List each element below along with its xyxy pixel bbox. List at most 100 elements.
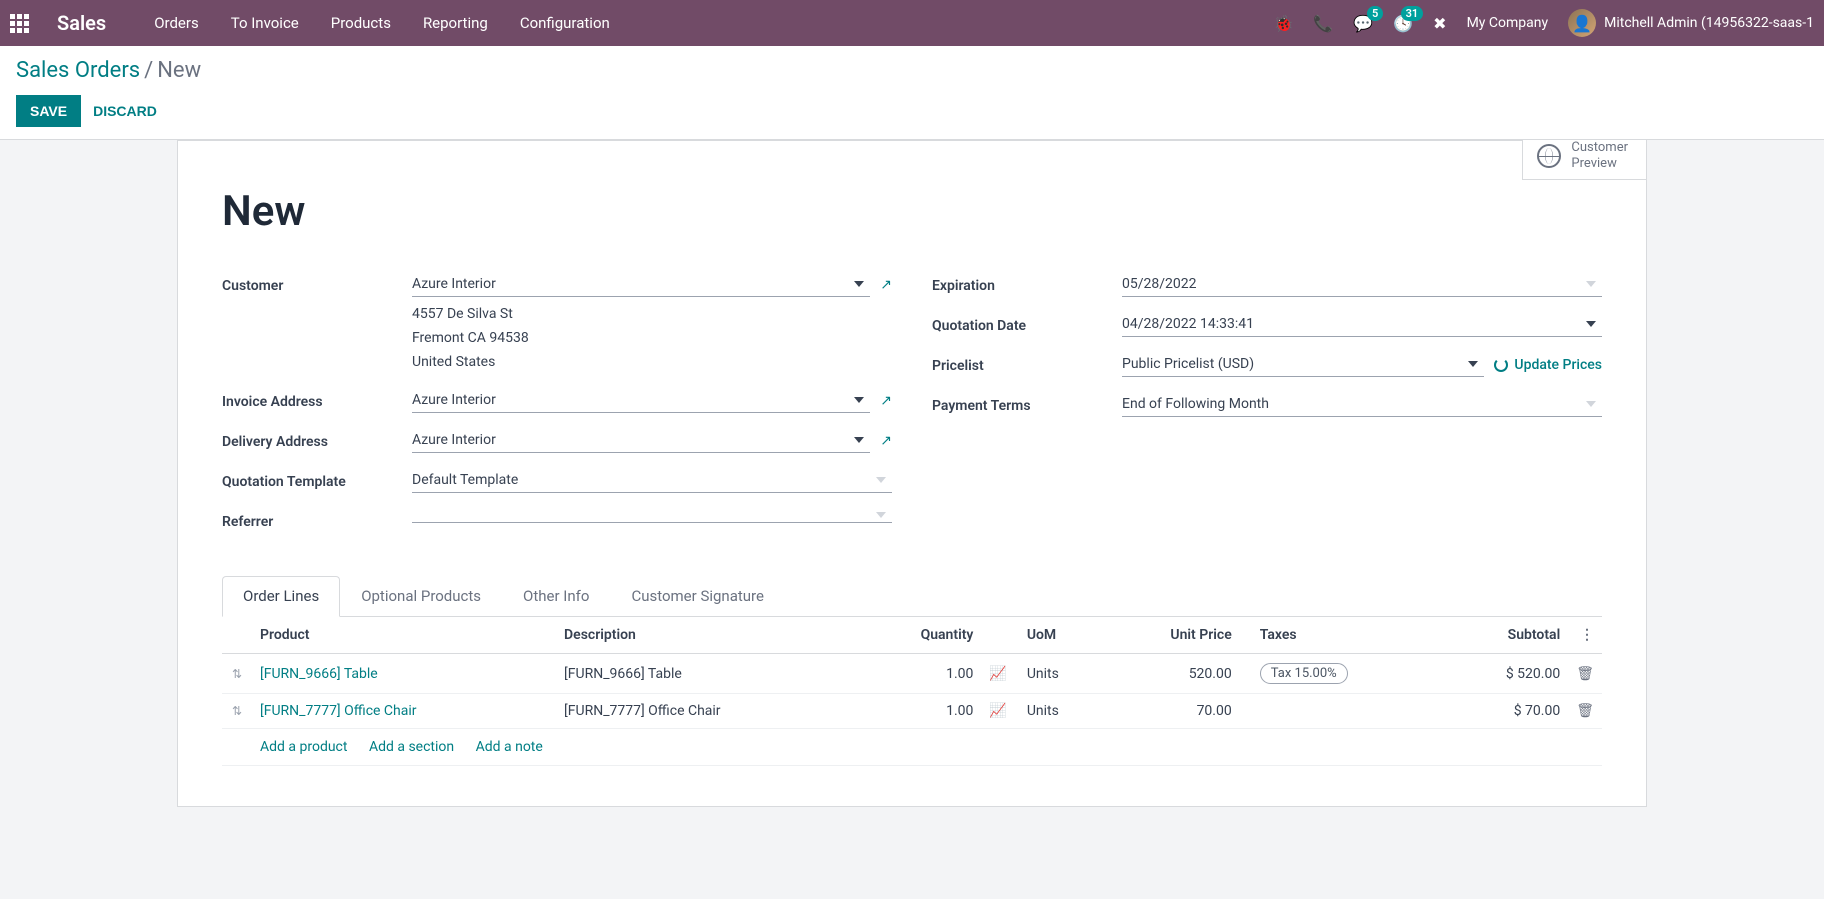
payment-terms-field[interactable]: End of Following Month	[1122, 392, 1602, 417]
tab-customer-signature[interactable]: Customer Signature	[610, 576, 785, 616]
quotation-date-field[interactable]: 04/28/2022 14:33:41	[1122, 312, 1602, 337]
chevron-down-icon[interactable]	[876, 477, 886, 483]
breadcrumb-parent[interactable]: Sales Orders	[16, 58, 140, 83]
description-cell[interactable]: [FURN_9666] Table	[556, 654, 860, 694]
chevron-down-icon[interactable]	[854, 281, 864, 287]
col-taxes: Taxes	[1240, 617, 1444, 654]
tab-optional-products[interactable]: Optional Products	[340, 576, 502, 616]
avatar-icon: 👤	[1568, 9, 1596, 37]
external-link-icon[interactable]: ↗	[880, 433, 892, 449]
customer-preview-button[interactable]: CustomerPreview	[1522, 140, 1646, 180]
activities-icon[interactable]: 🕓31	[1393, 14, 1413, 33]
chevron-down-icon[interactable]	[1586, 281, 1596, 287]
tab-other-info[interactable]: Other Info	[502, 576, 610, 616]
table-row[interactable]: ⇅ [FURN_7777] Office Chair [FURN_7777] O…	[222, 694, 1602, 729]
pricelist-field[interactable]: Public Pricelist (USD)	[1122, 352, 1484, 377]
drag-handle-icon[interactable]: ⇅	[222, 654, 252, 694]
nav-reporting[interactable]: Reporting	[423, 14, 488, 32]
nav-configuration[interactable]: Configuration	[520, 14, 610, 32]
add-section-link[interactable]: Add a section	[369, 739, 454, 755]
description-cell[interactable]: [FURN_7777] Office Chair	[556, 694, 860, 729]
apps-icon[interactable]	[10, 14, 29, 33]
tools-icon[interactable]: ✖	[1433, 14, 1446, 33]
referrer-field[interactable]	[412, 508, 892, 523]
stat-line2: Preview	[1571, 156, 1628, 172]
forecast-icon[interactable]: 📈	[989, 666, 1006, 682]
bug-icon[interactable]: 🐞	[1273, 14, 1293, 33]
nav-products[interactable]: Products	[331, 14, 391, 32]
breadcrumb: Sales Orders/New	[16, 58, 1808, 83]
chevron-down-icon[interactable]	[854, 397, 864, 403]
product-cell[interactable]: [FURN_9666] Table	[260, 666, 378, 682]
add-note-link[interactable]: Add a note	[476, 739, 543, 755]
chevron-down-icon[interactable]	[876, 512, 886, 518]
delivery-address-field[interactable]: Azure Interior	[412, 428, 870, 453]
col-quantity: Quantity	[860, 617, 981, 654]
stat-line1: Customer	[1571, 140, 1628, 156]
company-switcher[interactable]: My Company	[1467, 15, 1549, 31]
discard-button[interactable]: Discard	[93, 103, 157, 119]
page-title: New	[222, 187, 1602, 236]
invoice-address-label: Invoice Address	[222, 388, 412, 410]
uom-cell[interactable]: Units	[1019, 654, 1104, 694]
chevron-down-icon[interactable]	[1586, 321, 1596, 327]
quotation-template-field[interactable]: Default Template	[412, 468, 892, 493]
top-navbar: Sales Orders To Invoice Products Reporti…	[0, 0, 1824, 46]
chevron-down-icon[interactable]	[1586, 401, 1596, 407]
unit-price-cell[interactable]: 520.00	[1103, 654, 1239, 694]
activities-badge: 31	[1401, 6, 1424, 21]
customer-address: 4557 De Silva St Fremont CA 94538 United…	[412, 297, 892, 378]
col-product: Product	[252, 617, 556, 654]
quantity-cell[interactable]: 1.00	[860, 654, 981, 694]
invoice-address-field[interactable]: Azure Interior	[412, 388, 870, 413]
breadcrumb-current: New	[157, 58, 201, 83]
pricelist-label: Pricelist	[932, 352, 1122, 374]
messages-badge: 5	[1367, 6, 1383, 21]
external-link-icon[interactable]: ↗	[880, 277, 892, 293]
tax-cell[interactable]	[1240, 694, 1444, 729]
customer-label: Customer	[222, 272, 412, 294]
control-panel: Sales Orders/New Save Discard	[0, 46, 1824, 140]
product-cell[interactable]: [FURN_7777] Office Chair	[260, 703, 417, 719]
trash-icon[interactable]: 🗑	[1576, 703, 1594, 719]
trash-icon[interactable]: 🗑	[1576, 666, 1594, 682]
col-description: Description	[556, 617, 860, 654]
add-product-link[interactable]: Add a product	[260, 739, 347, 755]
subtotal-cell: $ 520.00	[1444, 654, 1568, 694]
subtotal-cell: $ 70.00	[1444, 694, 1568, 729]
uom-cell[interactable]: Units	[1019, 694, 1104, 729]
tax-chip[interactable]: Tax 15.00%	[1260, 663, 1348, 684]
expiration-label: Expiration	[932, 272, 1122, 294]
app-brand[interactable]: Sales	[57, 11, 106, 35]
chevron-down-icon[interactable]	[854, 437, 864, 443]
quotation-template-label: Quotation Template	[222, 468, 412, 490]
drag-handle-icon[interactable]: ⇅	[222, 694, 252, 729]
nav-orders[interactable]: Orders	[154, 14, 199, 32]
unit-price-cell[interactable]: 70.00	[1103, 694, 1239, 729]
external-link-icon[interactable]: ↗	[880, 393, 892, 409]
nav-to-invoice[interactable]: To Invoice	[231, 14, 299, 32]
column-options-icon[interactable]: ⋮	[1568, 617, 1602, 654]
form-tabs: Order Lines Optional Products Other Info…	[222, 576, 1602, 616]
form-sheet: CustomerPreview New Customer Azure Inter…	[177, 140, 1647, 807]
save-button[interactable]: Save	[16, 95, 81, 127]
user-name: Mitchell Admin (14956322-saas-1	[1604, 15, 1814, 31]
phone-icon[interactable]: 📞	[1313, 14, 1333, 33]
user-menu[interactable]: 👤 Mitchell Admin (14956322-saas-1	[1568, 9, 1814, 37]
messages-icon[interactable]: 💬5	[1353, 14, 1373, 33]
update-prices-button[interactable]: Update Prices	[1494, 357, 1602, 373]
customer-field[interactable]: Azure Interior	[412, 272, 870, 297]
refresh-icon	[1494, 358, 1508, 372]
quantity-cell[interactable]: 1.00	[860, 694, 981, 729]
expiration-field[interactable]: 05/28/2022	[1122, 272, 1602, 297]
forecast-icon[interactable]: 📈	[989, 703, 1006, 719]
table-row[interactable]: ⇅ [FURN_9666] Table [FURN_9666] Table 1.…	[222, 654, 1602, 694]
col-subtotal: Subtotal	[1444, 617, 1568, 654]
nav-menu: Orders To Invoice Products Reporting Con…	[154, 14, 610, 32]
tab-order-lines[interactable]: Order Lines	[222, 576, 340, 617]
quotation-date-label: Quotation Date	[932, 312, 1122, 334]
order-lines-table: Product Description Quantity UoM Unit Pr…	[222, 617, 1602, 766]
referrer-label: Referrer	[222, 508, 412, 530]
delivery-address-label: Delivery Address	[222, 428, 412, 450]
chevron-down-icon[interactable]	[1468, 361, 1478, 367]
